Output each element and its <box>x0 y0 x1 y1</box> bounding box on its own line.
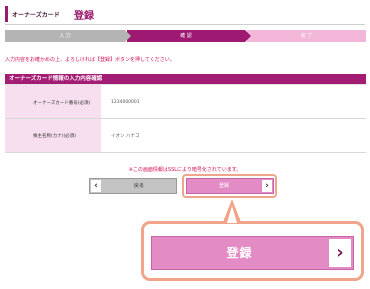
step-complete: 完 了 <box>247 30 366 42</box>
back-button-label: 戻る <box>133 183 144 189</box>
instruction-text: 入力内容をお確かめの上、よろしければ【登録】ボタンを押してください。 <box>5 57 175 63</box>
chevron-left-icon: ‹ <box>91 180 101 192</box>
step-confirm: 確 認 <box>127 30 251 42</box>
ssl-notice: ※この画面情報はSSLにより暗号化されています。 <box>128 167 242 173</box>
header-divider <box>5 24 365 25</box>
step-input: 入 力 <box>5 30 131 42</box>
row-value: イオン ハナコ <box>111 134 140 139</box>
row-label: 株主名称(カナ)(必須) <box>33 134 77 139</box>
register-button-enlarged[interactable]: 登録 › <box>151 236 354 270</box>
callout-pointer-inner <box>227 206 237 223</box>
register-button-enlarged-label: 登録 <box>226 246 253 260</box>
screen: オーナーズカード 登録 入 力 確 認 完 了 入力内容をお確かめの上、よろしけ… <box>0 0 370 289</box>
chevron-right-icon: › <box>329 239 351 267</box>
step-label: 確 認 <box>180 33 192 39</box>
table-row: 株主名称(カナ)(必須) イオン ハナコ <box>5 119 366 153</box>
header-accent-bar <box>5 6 8 22</box>
step-label: 完 了 <box>300 33 313 39</box>
step-indicator: 入 力 確 認 完 了 <box>5 30 366 42</box>
chevron-right-icon: › <box>262 180 272 192</box>
step-label: 入 力 <box>59 33 71 39</box>
row-label-cell: オーナーズカード番号(必須) <box>5 85 101 118</box>
row-value: 1234000001 <box>111 100 140 105</box>
back-button[interactable]: ‹ 戻る <box>89 178 177 194</box>
table-row: オーナーズカード番号(必須) 1234000001 <box>5 84 366 119</box>
row-label: オーナーズカード番号(必須) <box>33 101 91 106</box>
step-arrow-icon <box>125 30 131 42</box>
register-button[interactable]: 登録 › <box>186 178 274 194</box>
step-arrow-icon <box>245 30 251 42</box>
page-title: 登録 <box>74 11 94 22</box>
card-label: オーナーズカード <box>12 12 60 19</box>
row-label-cell: 株主名称(カナ)(必須) <box>5 119 101 152</box>
confirm-section-title: オーナーズカード情報の入力内容確認 <box>5 74 366 84</box>
register-button-label: 登録 <box>218 183 229 189</box>
